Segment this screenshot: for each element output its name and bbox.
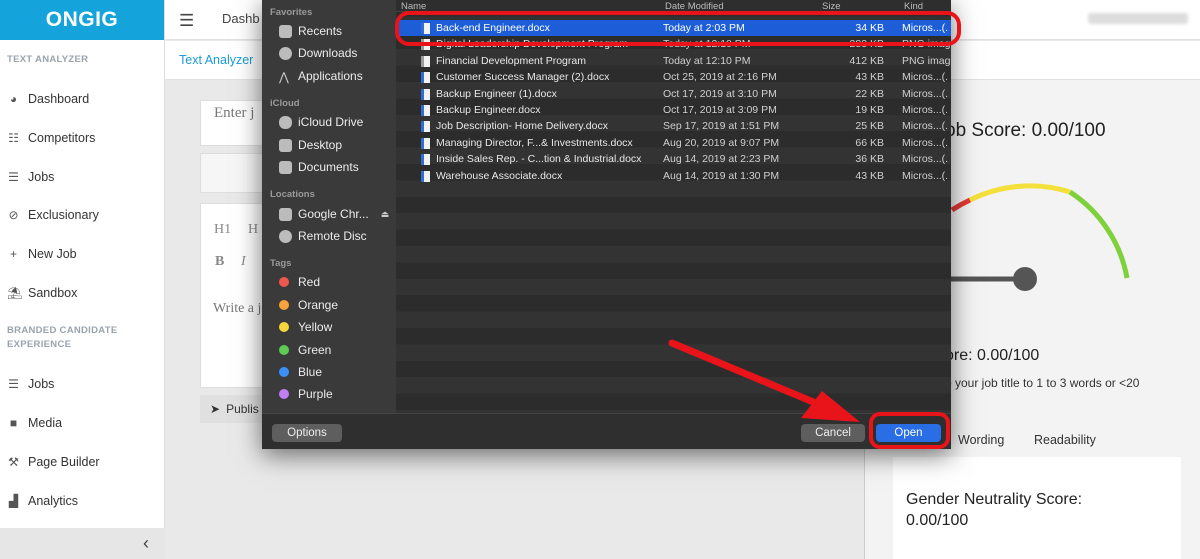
arrow-head — [801, 391, 860, 422]
annotation-arrow — [668, 339, 860, 422]
arrow-shaft — [668, 339, 822, 408]
